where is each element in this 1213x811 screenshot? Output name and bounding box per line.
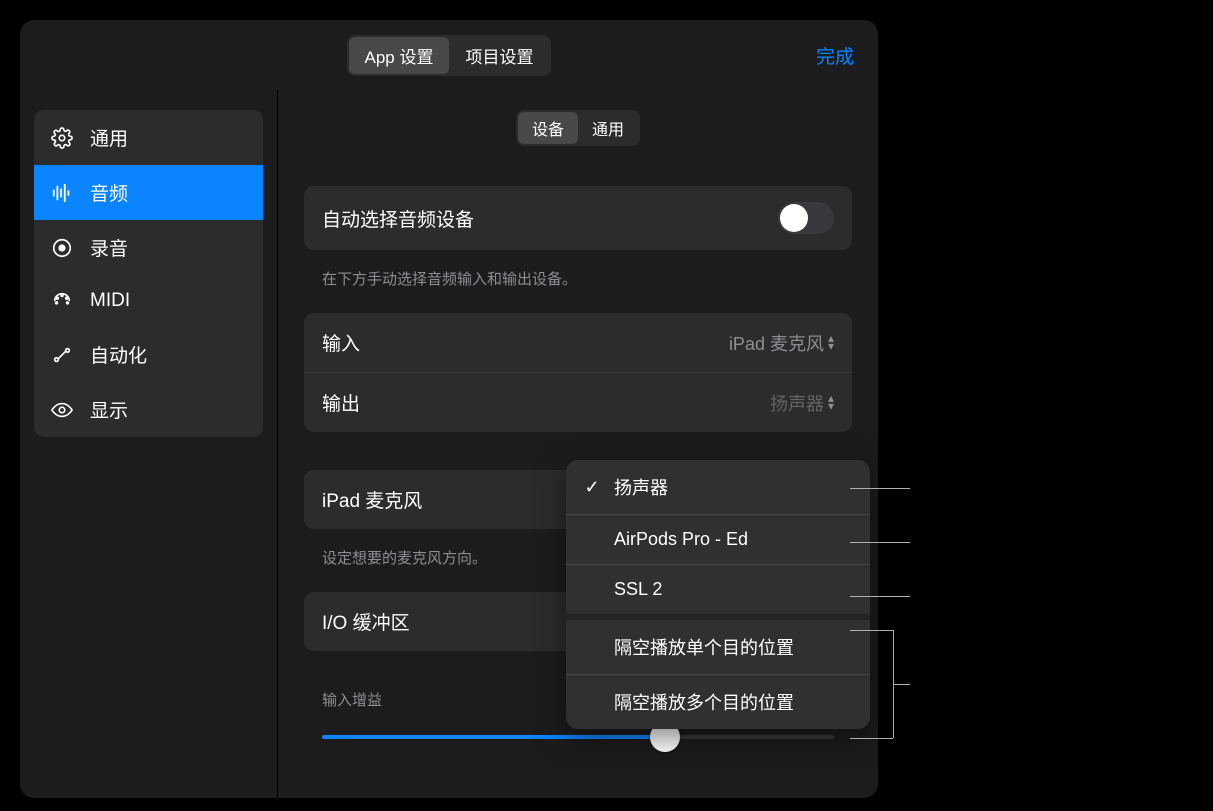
chevron-updown-icon: ▴▾: [828, 395, 834, 409]
mic-label: iPad 麦克风: [322, 486, 422, 513]
dropdown-item-speaker[interactable]: ✓ 扬声器: [566, 460, 870, 514]
sidebar-item-midi[interactable]: MIDI: [34, 275, 263, 327]
auto-select-row: 自动选择音频设备: [304, 186, 852, 250]
io-card: 输入 iPad 麦克风 ▴▾ 输出 扬声器 ▴▾: [304, 313, 852, 432]
input-value: iPad 麦克风 ▴▾: [729, 330, 834, 356]
input-label: 输入: [322, 329, 360, 356]
record-icon: [50, 236, 74, 260]
dropdown-item-airplay-multiple[interactable]: 隔空播放多个目的位置: [566, 674, 870, 729]
input-row[interactable]: 输入 iPad 麦克风 ▴▾: [304, 313, 852, 372]
dropdown-item-airpods[interactable]: AirPods Pro - Ed: [566, 514, 870, 564]
dropdown-item-label: 隔空播放单个目的位置: [614, 634, 794, 660]
sidebar-item-automation[interactable]: 自动化: [34, 327, 263, 382]
top-segmented-control: App 设置 项目设置: [347, 35, 552, 76]
dropdown-item-airplay-single[interactable]: 隔空播放单个目的位置: [566, 614, 870, 674]
dropdown-item-ssl2[interactable]: SSL 2: [566, 564, 870, 614]
sidebar-item-general[interactable]: 通用: [34, 110, 263, 165]
callout-line: [850, 630, 893, 631]
modal-body: 通用 音频 录音: [20, 90, 878, 798]
slider-track: [322, 735, 834, 739]
output-value: 扬声器 ▴▾: [770, 390, 834, 416]
tab-project-settings[interactable]: 项目设置: [449, 37, 549, 74]
subtab-device[interactable]: 设备: [518, 112, 578, 144]
automation-icon: [50, 343, 74, 367]
output-row[interactable]: 输出 扬声器 ▴▾: [304, 372, 852, 432]
sidebar-item-label: 自动化: [90, 341, 147, 368]
dropdown-item-label: 隔空播放多个目的位置: [614, 689, 794, 715]
output-value-text: 扬声器: [770, 390, 824, 416]
callout-line: [850, 488, 910, 489]
callout-line: [850, 738, 893, 739]
sub-segmented-control: 设备 通用: [516, 110, 640, 146]
callout-line: [850, 596, 910, 597]
dropdown-item-label: AirPods Pro - Ed: [614, 529, 748, 550]
buffer-label: I/O 缓冲区: [322, 608, 410, 635]
auto-select-caption: 在下方手动选择音频输入和输出设备。: [304, 260, 852, 313]
auto-select-toggle[interactable]: [778, 202, 834, 234]
settings-modal: App 设置 项目设置 完成 通用 音频: [20, 20, 878, 798]
eye-icon: [50, 398, 74, 422]
callout-line: [893, 684, 910, 685]
auto-select-label: 自动选择音频设备: [322, 205, 474, 232]
dropdown-item-label: SSL 2: [614, 579, 662, 600]
chevron-updown-icon: ▴▾: [828, 335, 834, 349]
sidebar-item-label: 通用: [90, 124, 128, 151]
sidebar-item-recording[interactable]: 录音: [34, 220, 263, 275]
sidebar-item-label: 音频: [90, 179, 128, 206]
gear-icon: [50, 126, 74, 150]
slider-fill: [322, 735, 665, 739]
sidebar: 通用 音频 录音: [20, 90, 278, 798]
check-icon: ✓: [582, 477, 602, 498]
sidebar-item-label: 录音: [90, 234, 128, 261]
auto-select-card: 自动选择音频设备: [304, 186, 852, 250]
sidebar-list: 通用 音频 录音: [34, 110, 263, 437]
output-label: 输出: [322, 389, 360, 416]
midi-icon: [50, 289, 74, 313]
subtab-general[interactable]: 通用: [578, 112, 638, 144]
modal-header: App 设置 项目设置 完成: [20, 20, 878, 90]
callout-line: [850, 542, 910, 543]
sidebar-item-audio[interactable]: 音频: [34, 165, 263, 220]
sidebar-item-label: 显示: [90, 396, 128, 423]
sidebar-item-display[interactable]: 显示: [34, 382, 263, 437]
sidebar-item-label: MIDI: [90, 290, 130, 312]
dropdown-item-label: 扬声器: [614, 474, 668, 500]
waveform-icon: [50, 181, 74, 205]
output-dropdown: ✓ 扬声器 AirPods Pro - Ed SSL 2 隔空播放单个目的位置: [566, 460, 870, 729]
tab-app-settings[interactable]: App 设置: [349, 37, 450, 74]
content-area: 设备 通用 自动选择音频设备 在下方手动选择音频输入和输出设备。 输入 iPad…: [278, 90, 878, 798]
input-value-text: iPad 麦克风: [729, 330, 824, 356]
done-button[interactable]: 完成: [816, 42, 854, 69]
